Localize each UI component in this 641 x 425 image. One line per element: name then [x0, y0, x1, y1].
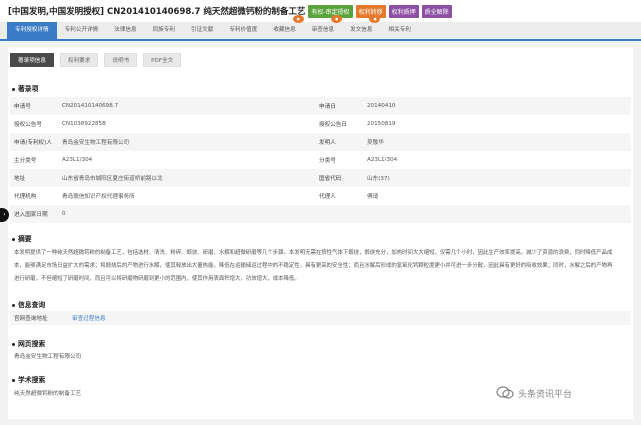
watermark-text: 头条资讯平台 [518, 389, 573, 400]
patent-title: [中国发明,中国发明授权] CN201410140698.7 纯天然超微钙粉的制… [8, 7, 306, 17]
tab-family-patents[interactable]: 同族专利 [145, 22, 183, 39]
field-value: 傅琦 [367, 194, 379, 200]
new-marker-icon: ● [331, 15, 343, 23]
watermark: 头条资讯平台 [496, 386, 572, 400]
field-label: 授权公告号 [14, 122, 42, 128]
biblio-heading-label: 著录项 [18, 85, 39, 93]
field-value: CN103892285B [62, 121, 106, 127]
tab-publication-details[interactable]: 专利公开详情 [57, 22, 107, 39]
new-marker-icon: ● [292, 15, 304, 23]
table-row: 申请(专利权)人 青岛金安生物工程有限公司 发明人 吴敬华 [10, 133, 631, 151]
field-label: 主分类号 [14, 158, 37, 164]
tab-bar: 专利授权详情 专利公开详情 法律信息 同族专利 引证文献 专利价值度 收藏信息 ●… [0, 15, 641, 41]
tab-related-patents[interactable]: 相关专利 [380, 22, 418, 39]
abstract-text: 本发明提供了一种纯天然超微钙粉的制备工艺，包括选材、清洗、粉碎、煅烧、研磨、水解… [14, 250, 613, 282]
bullet-icon [12, 378, 15, 382]
tab-correspondence-label: 发文信息 [350, 27, 373, 33]
field-value: 20150819 [367, 121, 396, 127]
field-value: 山东(37) [367, 176, 390, 182]
field-label: 分类号 [319, 158, 336, 164]
tab-patent-value[interactable]: 专利价值度 [221, 22, 265, 39]
bullet-icon [12, 237, 15, 241]
bullet-icon [12, 87, 15, 91]
academic-search-heading-label: 学术搜索 [18, 376, 46, 384]
tab-correspondence[interactable]: 发文信息 ● [342, 15, 381, 39]
tab-favorites[interactable]: 收藏信息 ● [265, 15, 304, 39]
tab-legal-info[interactable]: 法律信息 [106, 22, 144, 39]
field-label: 地址 [14, 176, 26, 182]
description-button[interactable]: 说明书 [104, 53, 138, 67]
table-row: 主分类号 A23L1/304 分类号 A23L1/304 [10, 151, 631, 169]
field-label: 申请日 [319, 104, 336, 110]
chevron-right-icon: › [3, 211, 6, 218]
tab-examination[interactable]: 审查信息 ● [304, 15, 343, 39]
web-search-text[interactable]: 青岛金安生物工程有限公司 [14, 352, 81, 360]
field-label: 代理机构 [14, 194, 37, 200]
field-value: A23L1/304 [62, 157, 93, 163]
table-row: 地址 山东省青岛市城阳区夏庄街道桥前路以北 国省代码 山东(37) [10, 169, 631, 187]
info-query-heading-label: 信息查询 [18, 301, 46, 309]
exam-process-link[interactable]: 审查过程信息 [72, 314, 106, 322]
title-bar: [中国发明,中国发明授权] CN201410140698.7 纯天然超微钙粉的制… [0, 0, 641, 22]
info-query-heading: 信息查询 [12, 299, 45, 309]
tab-examination-label: 审查信息 [311, 27, 335, 33]
field-value: 20140410 [367, 103, 396, 109]
new-marker-icon: ● [369, 15, 381, 23]
status-badge-pledge[interactable]: 权利质押 [388, 4, 419, 18]
web-search-heading-label: 网页搜索 [18, 340, 46, 348]
table-row: 代理机构 青岛联信知识产权代理事务所 代理人 傅琦 [10, 187, 631, 205]
field-value: 0 [62, 211, 66, 217]
status-badge-pledge-release[interactable]: 质全解除 [421, 4, 452, 18]
field-label: 授权公告日 [319, 122, 347, 128]
bullet-icon [12, 342, 15, 346]
table-row: 进入国家日期 0 [10, 205, 631, 223]
official-query-label: 官网查询地址 [14, 316, 48, 322]
field-label: 进入国家日期 [14, 212, 48, 218]
detail-panel: 著录项信息 权利要求 说明书 PDF全文 著录项 申请号 CN201410140… [8, 47, 633, 419]
tab-favorites-label: 收藏信息 [273, 27, 296, 33]
academic-search-text[interactable]: 纯天然超微钙粉的制备工艺 [14, 389, 81, 397]
field-value: CN201410140698.7 [62, 103, 119, 109]
pdf-button[interactable]: PDF全文 [143, 53, 182, 67]
abstract-heading: 摘要 [12, 233, 32, 243]
field-label: 发明人 [319, 140, 336, 146]
field-value: A23L1/304 [367, 157, 398, 163]
field-label: 申请号 [14, 104, 31, 110]
chat-bubble-icon [496, 386, 514, 399]
field-value: 吴敬华 [367, 140, 384, 146]
claims-button[interactable]: 权利要求 [59, 53, 99, 67]
field-label: 国省代码 [319, 176, 342, 182]
field-value: 山东省青岛市城阳区夏庄街道桥前路以北 [62, 176, 163, 182]
table-row: 申请号 CN201410140698.7 申请日 20140410 [10, 97, 631, 115]
web-search-heading: 网页搜索 [12, 338, 45, 348]
view-button-row: 著录项信息 权利要求 说明书 PDF全文 [10, 53, 187, 67]
status-badge-authorized[interactable]: 有权-审定授权 [308, 4, 353, 18]
bullet-icon [12, 303, 15, 307]
field-label: 代理人 [319, 194, 336, 200]
tab-citations[interactable]: 引证文献 [183, 22, 221, 39]
table-row: 授权公告号 CN103892285B 授权公告日 20150819 [10, 115, 631, 133]
field-label: 申请(专利权)人 [14, 140, 52, 146]
academic-search-heading: 学术搜索 [12, 374, 45, 384]
biblio-button[interactable]: 著录项信息 [10, 53, 54, 67]
field-value: 青岛联信知识产权代理事务所 [62, 194, 135, 200]
abstract-heading-label: 摘要 [18, 235, 32, 243]
tab-grant-details[interactable]: 专利授权详情 [7, 22, 57, 39]
biblio-heading: 著录项 [12, 83, 38, 93]
info-query-row: 官网查询地址 审查过程信息 [10, 311, 631, 325]
field-value: 青岛金安生物工程有限公司 [62, 140, 130, 146]
biblio-table: 申请号 CN201410140698.7 申请日 20140410 授权公告号 … [10, 97, 631, 223]
